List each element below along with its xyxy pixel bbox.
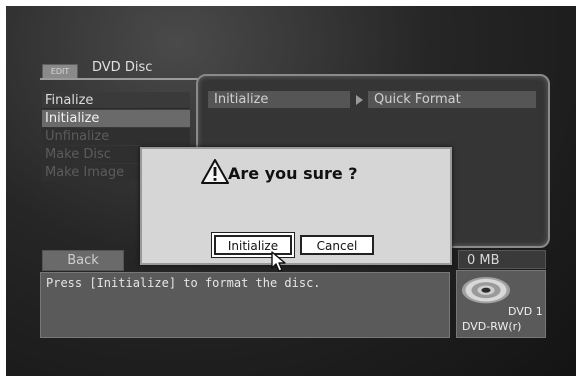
status-message: Press [Initialize] to format the disc. [46,276,321,290]
cancel-button[interactable]: Cancel [300,235,374,255]
back-button[interactable]: Back [42,250,124,271]
disc-type: DVD-RW(r) [462,320,522,333]
panel-header-initialize: Initialize [208,91,350,108]
arrow-right-icon [356,95,363,105]
warning-icon [201,159,229,184]
disc-name: DVD 1 [508,305,543,318]
panel-header-quick-format: Quick Format [368,91,536,108]
tab-divider [40,78,200,80]
menu-item-unfinalize: Unfinalize [42,128,190,145]
dialog-title: Are you sure ? [228,164,358,183]
menu-item-finalize[interactable]: Finalize [42,92,190,109]
size-indicator: 0 MB [458,250,546,269]
screen: EDIT DVD Disc Finalize Initialize Unfina… [0,0,582,382]
disc-title: DVD Disc [92,60,153,75]
menu-item-initialize[interactable]: Initialize [42,110,190,127]
pointer-cursor-icon [271,251,286,272]
dvd-disc-icon [462,277,510,304]
